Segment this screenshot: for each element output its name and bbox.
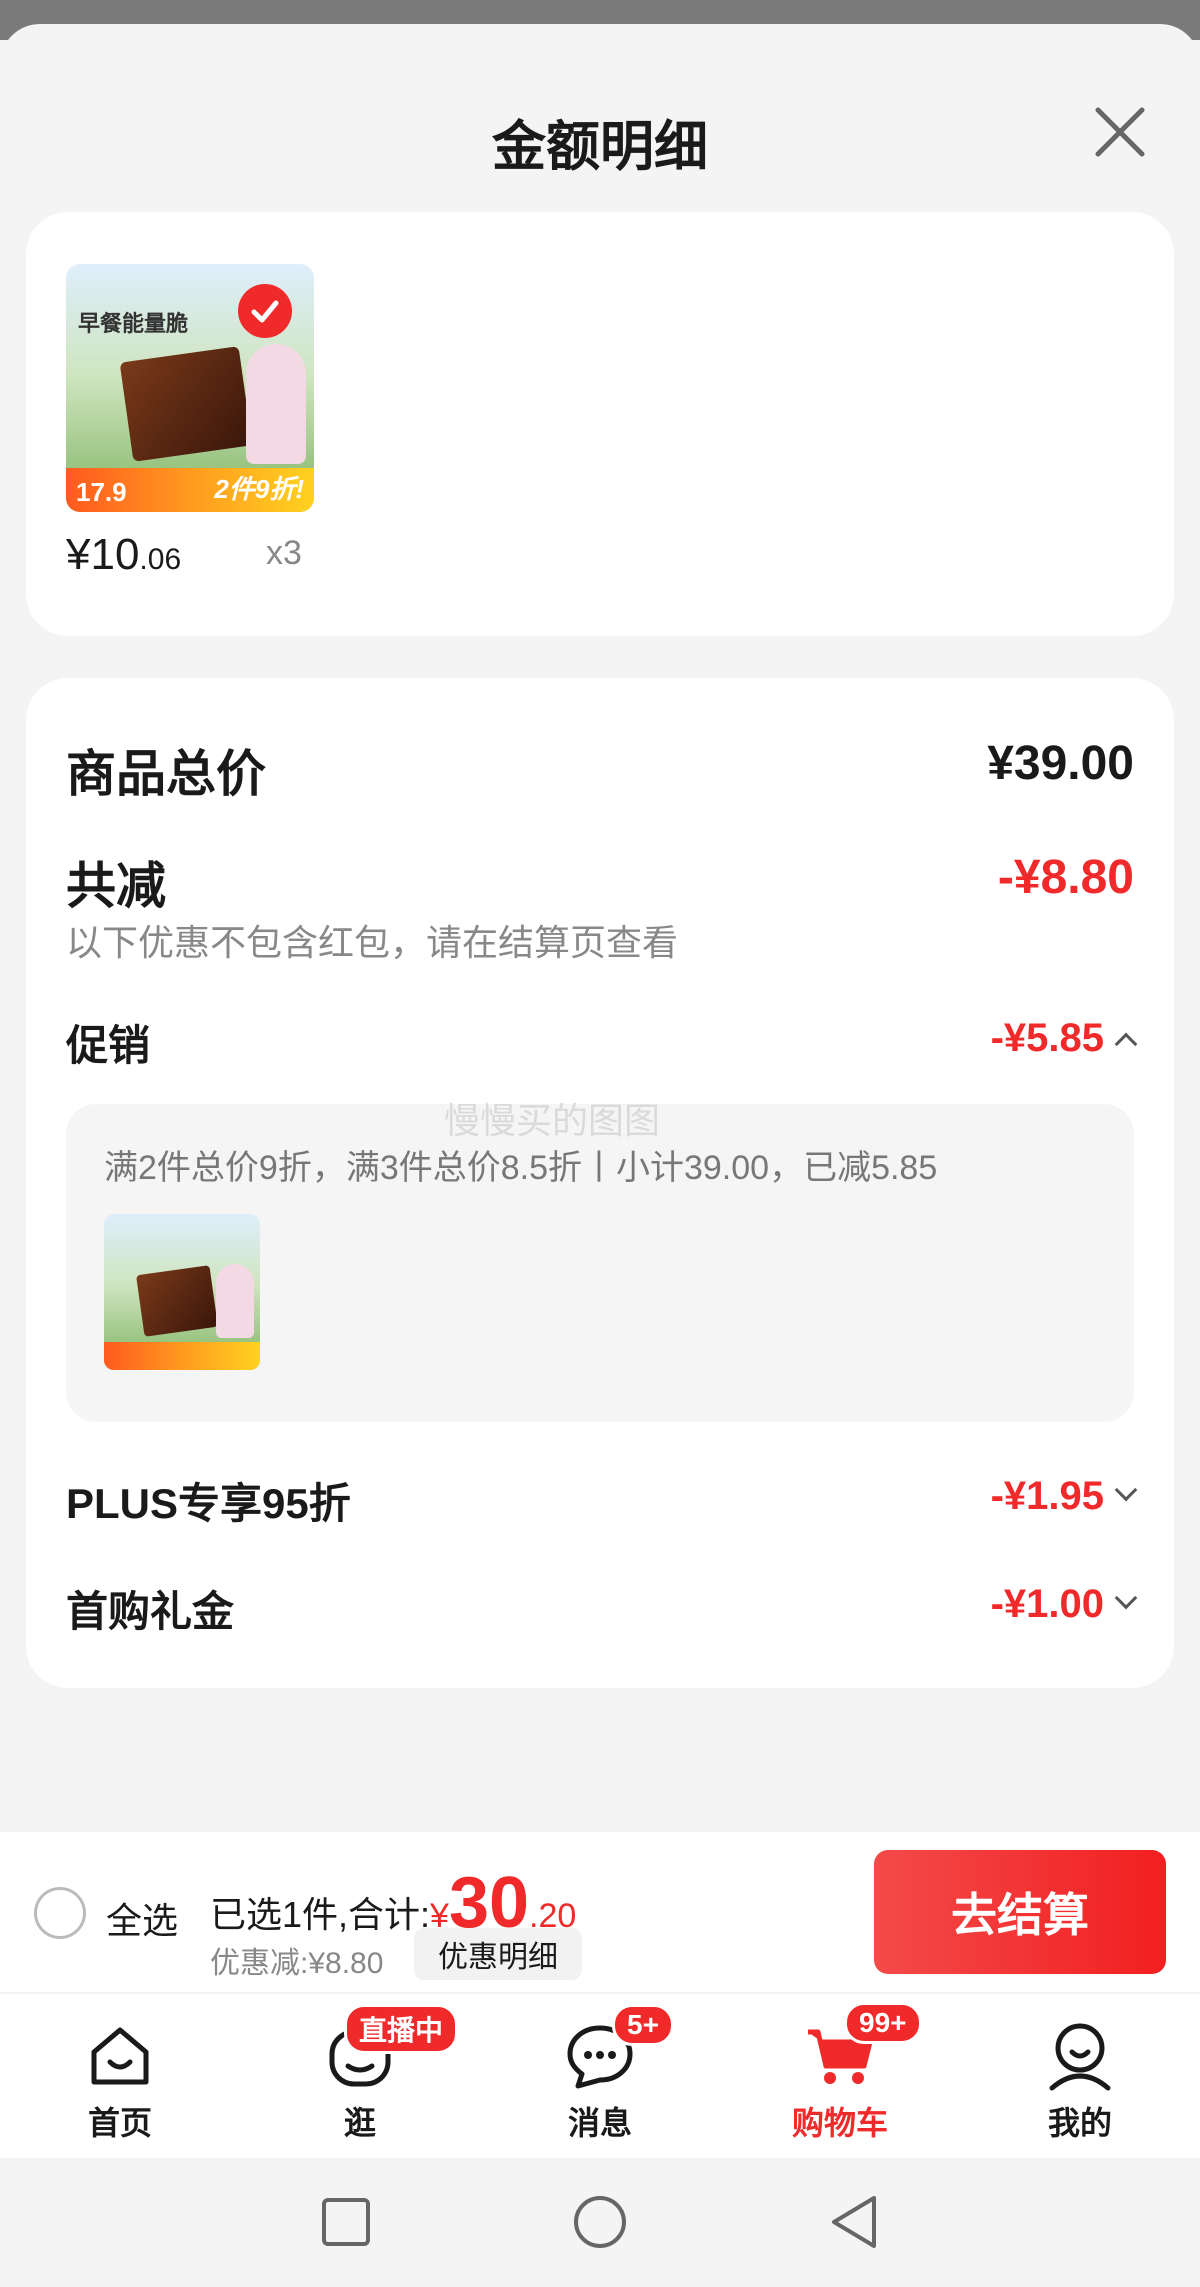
tab-label: 购物车 [791, 2105, 888, 2141]
message-count-badge: 5+ [612, 2004, 674, 2046]
total-reduce-label: 共减 [66, 858, 166, 914]
profile-icon [1049, 2023, 1111, 2091]
model-image [216, 1264, 254, 1338]
tab-label: 逛 [343, 2105, 376, 2141]
watermark: 慢慢买的图图 [444, 1100, 661, 1141]
cart-count-badge: 99+ [844, 2002, 922, 2044]
recents-icon[interactable] [320, 2196, 372, 2248]
plus-discount-value: -¥1.95 [990, 1474, 1104, 1518]
promo-detail-box: 满2件总价9折，满3件总价8.5折丨小计39.00，已减5.85 [66, 1104, 1134, 1422]
amount-detail-sheet: 金额明细 早餐能量脆 17.9 2件9折! ¥10.06 x3 商品总价 ¥39… [0, 24, 1200, 1834]
discount-text: 优惠减:¥8.80 [210, 1947, 384, 1980]
tab-messages[interactable]: 5+ 消息 [500, 1994, 700, 2158]
chevron-up-icon [1114, 1033, 1138, 1056]
tab-label: 首页 [87, 2105, 152, 2141]
total-price-value: ¥39.00 [987, 737, 1134, 790]
tab-label: 消息 [567, 2105, 632, 2141]
home-nav-icon[interactable] [572, 2194, 628, 2250]
close-button[interactable] [1090, 102, 1150, 162]
tab-browse[interactable]: 直播中 逛 [260, 1994, 460, 2158]
promo-value: -¥5.85 [990, 1016, 1104, 1060]
back-icon[interactable] [828, 2194, 880, 2250]
chevron-down-icon [1114, 1479, 1138, 1502]
selected-check-icon[interactable] [238, 284, 292, 338]
item-quantity: x3 [266, 534, 302, 572]
first-purchase-toggle[interactable]: -¥1.00 [990, 1582, 1138, 1627]
thumb-price: 17.9 [76, 477, 127, 507]
discount-detail-button[interactable]: 优惠明细 [414, 1928, 582, 1980]
thumb-headline: 早餐能量脆 [78, 311, 189, 336]
tab-cart[interactable]: 99+ 购物车 [740, 1994, 940, 2158]
thumb-promo-band: 17.9 2件9折! [66, 468, 314, 512]
product-box-image [136, 1265, 218, 1337]
promo-label: 促销 [66, 1022, 151, 1069]
tab-profile[interactable]: 我的 [980, 1994, 1180, 2158]
bottom-tab-bar: 首页 直播中 逛 5+ 消息 99+ 购物车 我的 [0, 1994, 1200, 2158]
checkout-bar: 全选 已选1件,合计:¥30.20 优惠减:¥8.80 优惠明细 去结算 [0, 1832, 1200, 1992]
item-price-int: ¥10 [66, 530, 140, 579]
system-nav-bar [0, 2158, 1200, 2287]
promo-detail-text: 满2件总价9折，满3件总价8.5折丨小计39.00，已减5.85 [104, 1149, 938, 1187]
plus-discount-label: PLUS专享95折 [66, 1480, 351, 1527]
first-purchase-label: 首购礼金 [66, 1588, 235, 1635]
promo-product-thumbnail[interactable] [104, 1214, 260, 1370]
total-price-label: 商品总价 [66, 746, 266, 802]
live-badge: 直播中 [344, 2004, 459, 2054]
select-all-label[interactable]: 全选 [106, 1892, 178, 1944]
reduce-note: 以下优惠不包含红包，请在结算页查看 [66, 922, 679, 963]
item-price-dec: .06 [139, 543, 182, 576]
product-box-image [119, 346, 253, 462]
thumb-promo-text: 2件9折! [214, 474, 304, 504]
price-summary-card: 商品总价 ¥39.00 共减 -¥8.80 以下优惠不包含红包，请在结算页查看 … [26, 678, 1174, 1688]
promo-row-toggle[interactable]: -¥5.85 [990, 1016, 1138, 1061]
sheet-title: 金额明细 [492, 117, 708, 177]
home-icon [91, 2027, 149, 2085]
checkout-button[interactable]: 去结算 [874, 1850, 1166, 1974]
first-purchase-value: -¥1.00 [990, 1582, 1104, 1626]
close-icon [1095, 107, 1145, 157]
selected-count-text: 已选1件,合计: [210, 1894, 431, 1935]
tab-label: 我的 [1047, 2105, 1112, 2141]
item-price: ¥10.06 [66, 530, 181, 580]
thumb-promo-band [104, 1342, 260, 1370]
select-all-radio[interactable] [34, 1887, 86, 1939]
product-card: 早餐能量脆 17.9 2件9折! ¥10.06 x3 [26, 212, 1174, 636]
plus-row-toggle[interactable]: -¥1.95 [990, 1474, 1138, 1519]
chevron-down-icon [1114, 1587, 1138, 1610]
tab-home[interactable]: 首页 [20, 1994, 220, 2158]
total-reduce-value: -¥8.80 [997, 851, 1134, 904]
model-image [246, 344, 306, 464]
